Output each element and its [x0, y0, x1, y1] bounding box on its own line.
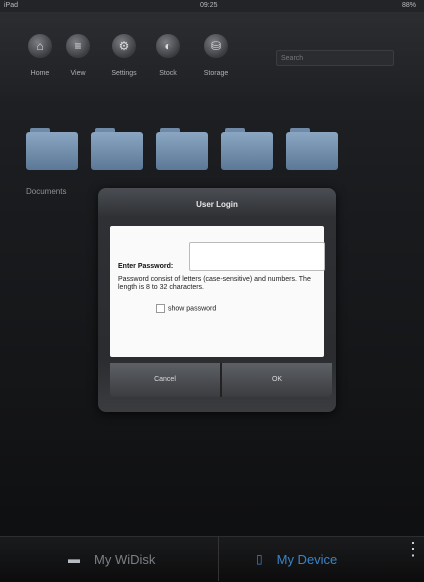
tab-my-device[interactable]: ▯ My Device — [256, 544, 337, 574]
gear-icon: ⚙ — [112, 34, 136, 58]
clock-text: 09:25 — [200, 2, 218, 9]
storage-icon: ⛁ — [204, 34, 228, 58]
password-help-text: Password consist of letters (case-sensit… — [118, 276, 311, 291]
home-label: Home — [30, 70, 50, 77]
battery-text: 88% — [402, 2, 417, 9]
settings-button[interactable]: ⚙ Settings — [104, 34, 144, 77]
show-password-label: show password — [168, 305, 217, 313]
folder-icon[interactable] — [221, 128, 273, 170]
bottom-tab-bar — [0, 536, 424, 582]
folder-icon[interactable] — [156, 128, 208, 170]
dialog-content: Enter Password: Password consist of lett… — [110, 226, 325, 357]
search-input[interactable]: Search — [276, 50, 394, 66]
show-password-row[interactable]: show password — [156, 304, 216, 313]
folder-icon[interactable] — [286, 128, 338, 170]
status-bar: iPad 09:25 88% — [0, 0, 424, 12]
dialog-title: User Login — [196, 200, 238, 209]
stock-button[interactable]: ◐ Stock — [148, 34, 188, 77]
top-toolbar: ⌂ Home ≡ View ⚙ Settings ◐ Stock ⛁ Stora… — [0, 12, 424, 96]
tab-my-widisk-label: My WiDisk — [94, 551, 156, 567]
storage-button[interactable]: ⛁ Storage — [196, 34, 236, 77]
more-icon[interactable]: ⋮ — [404, 540, 422, 558]
tab-my-device-label: My Device — [276, 551, 338, 567]
tab-separator — [218, 536, 219, 581]
cancel-button[interactable]: Cancel — [110, 363, 220, 397]
login-dialog: User Login Enter Password: Password cons… — [98, 188, 336, 412]
password-field[interactable] — [189, 242, 325, 271]
storage-label: Storage — [203, 70, 229, 77]
home-icon: ⌂ — [28, 34, 52, 58]
carrier-text: iPad — [4, 2, 19, 9]
list-icon: ≡ — [66, 34, 90, 58]
password-label: Enter Password: — [118, 263, 174, 270]
folder-icon[interactable] — [26, 128, 78, 170]
device-icon: ▯ — [256, 552, 263, 566]
folder-caption: Documents — [26, 187, 67, 196]
view-button[interactable]: ≡ View — [58, 34, 98, 77]
settings-label: Settings — [111, 70, 137, 77]
tab-my-widisk[interactable]: ▬ My WiDisk — [68, 544, 155, 574]
home-button[interactable]: ⌂ Home — [20, 34, 60, 77]
ok-button[interactable]: OK — [222, 363, 332, 397]
stock-icon: ◐ — [156, 34, 180, 58]
folder-icon[interactable] — [91, 128, 143, 170]
view-label: View — [70, 70, 86, 77]
drive-icon: ▬ — [68, 552, 80, 566]
app-screen: iPad 09:25 88% ⌂ Home ≡ View ⚙ Settings … — [0, 0, 424, 582]
stock-label: Stock — [159, 70, 177, 77]
show-password-checkbox[interactable] — [156, 304, 165, 313]
